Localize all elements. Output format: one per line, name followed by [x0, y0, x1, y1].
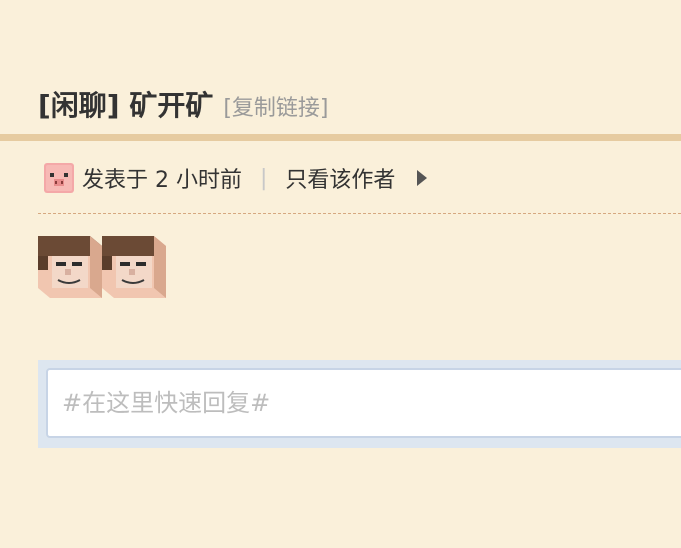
post-title-row: [闲聊] 矿开矿 [复制链接] [38, 84, 329, 124]
steve-face-emote-icon [102, 236, 166, 298]
copy-link-button[interactable]: [复制链接] [223, 90, 328, 122]
post-meta: 发表于 2 小时前 | 只看该作者 [44, 162, 428, 194]
quick-reply-box[interactable] [46, 368, 681, 438]
post-title: [闲聊] 矿开矿 [38, 89, 214, 122]
post-content [38, 236, 166, 298]
title-divider [0, 134, 681, 141]
quick-reply-panel [38, 360, 681, 448]
quick-reply-input[interactable] [48, 389, 681, 417]
pig-face-icon[interactable] [44, 163, 74, 193]
meta-separator: | [259, 165, 268, 191]
dashed-divider [38, 213, 681, 214]
play-triangle-icon[interactable] [417, 170, 428, 186]
steve-face-emote-icon [38, 236, 102, 298]
only-author-link[interactable]: 只看该作者 [285, 162, 395, 194]
posted-time: 发表于 2 小时前 [82, 168, 242, 193]
